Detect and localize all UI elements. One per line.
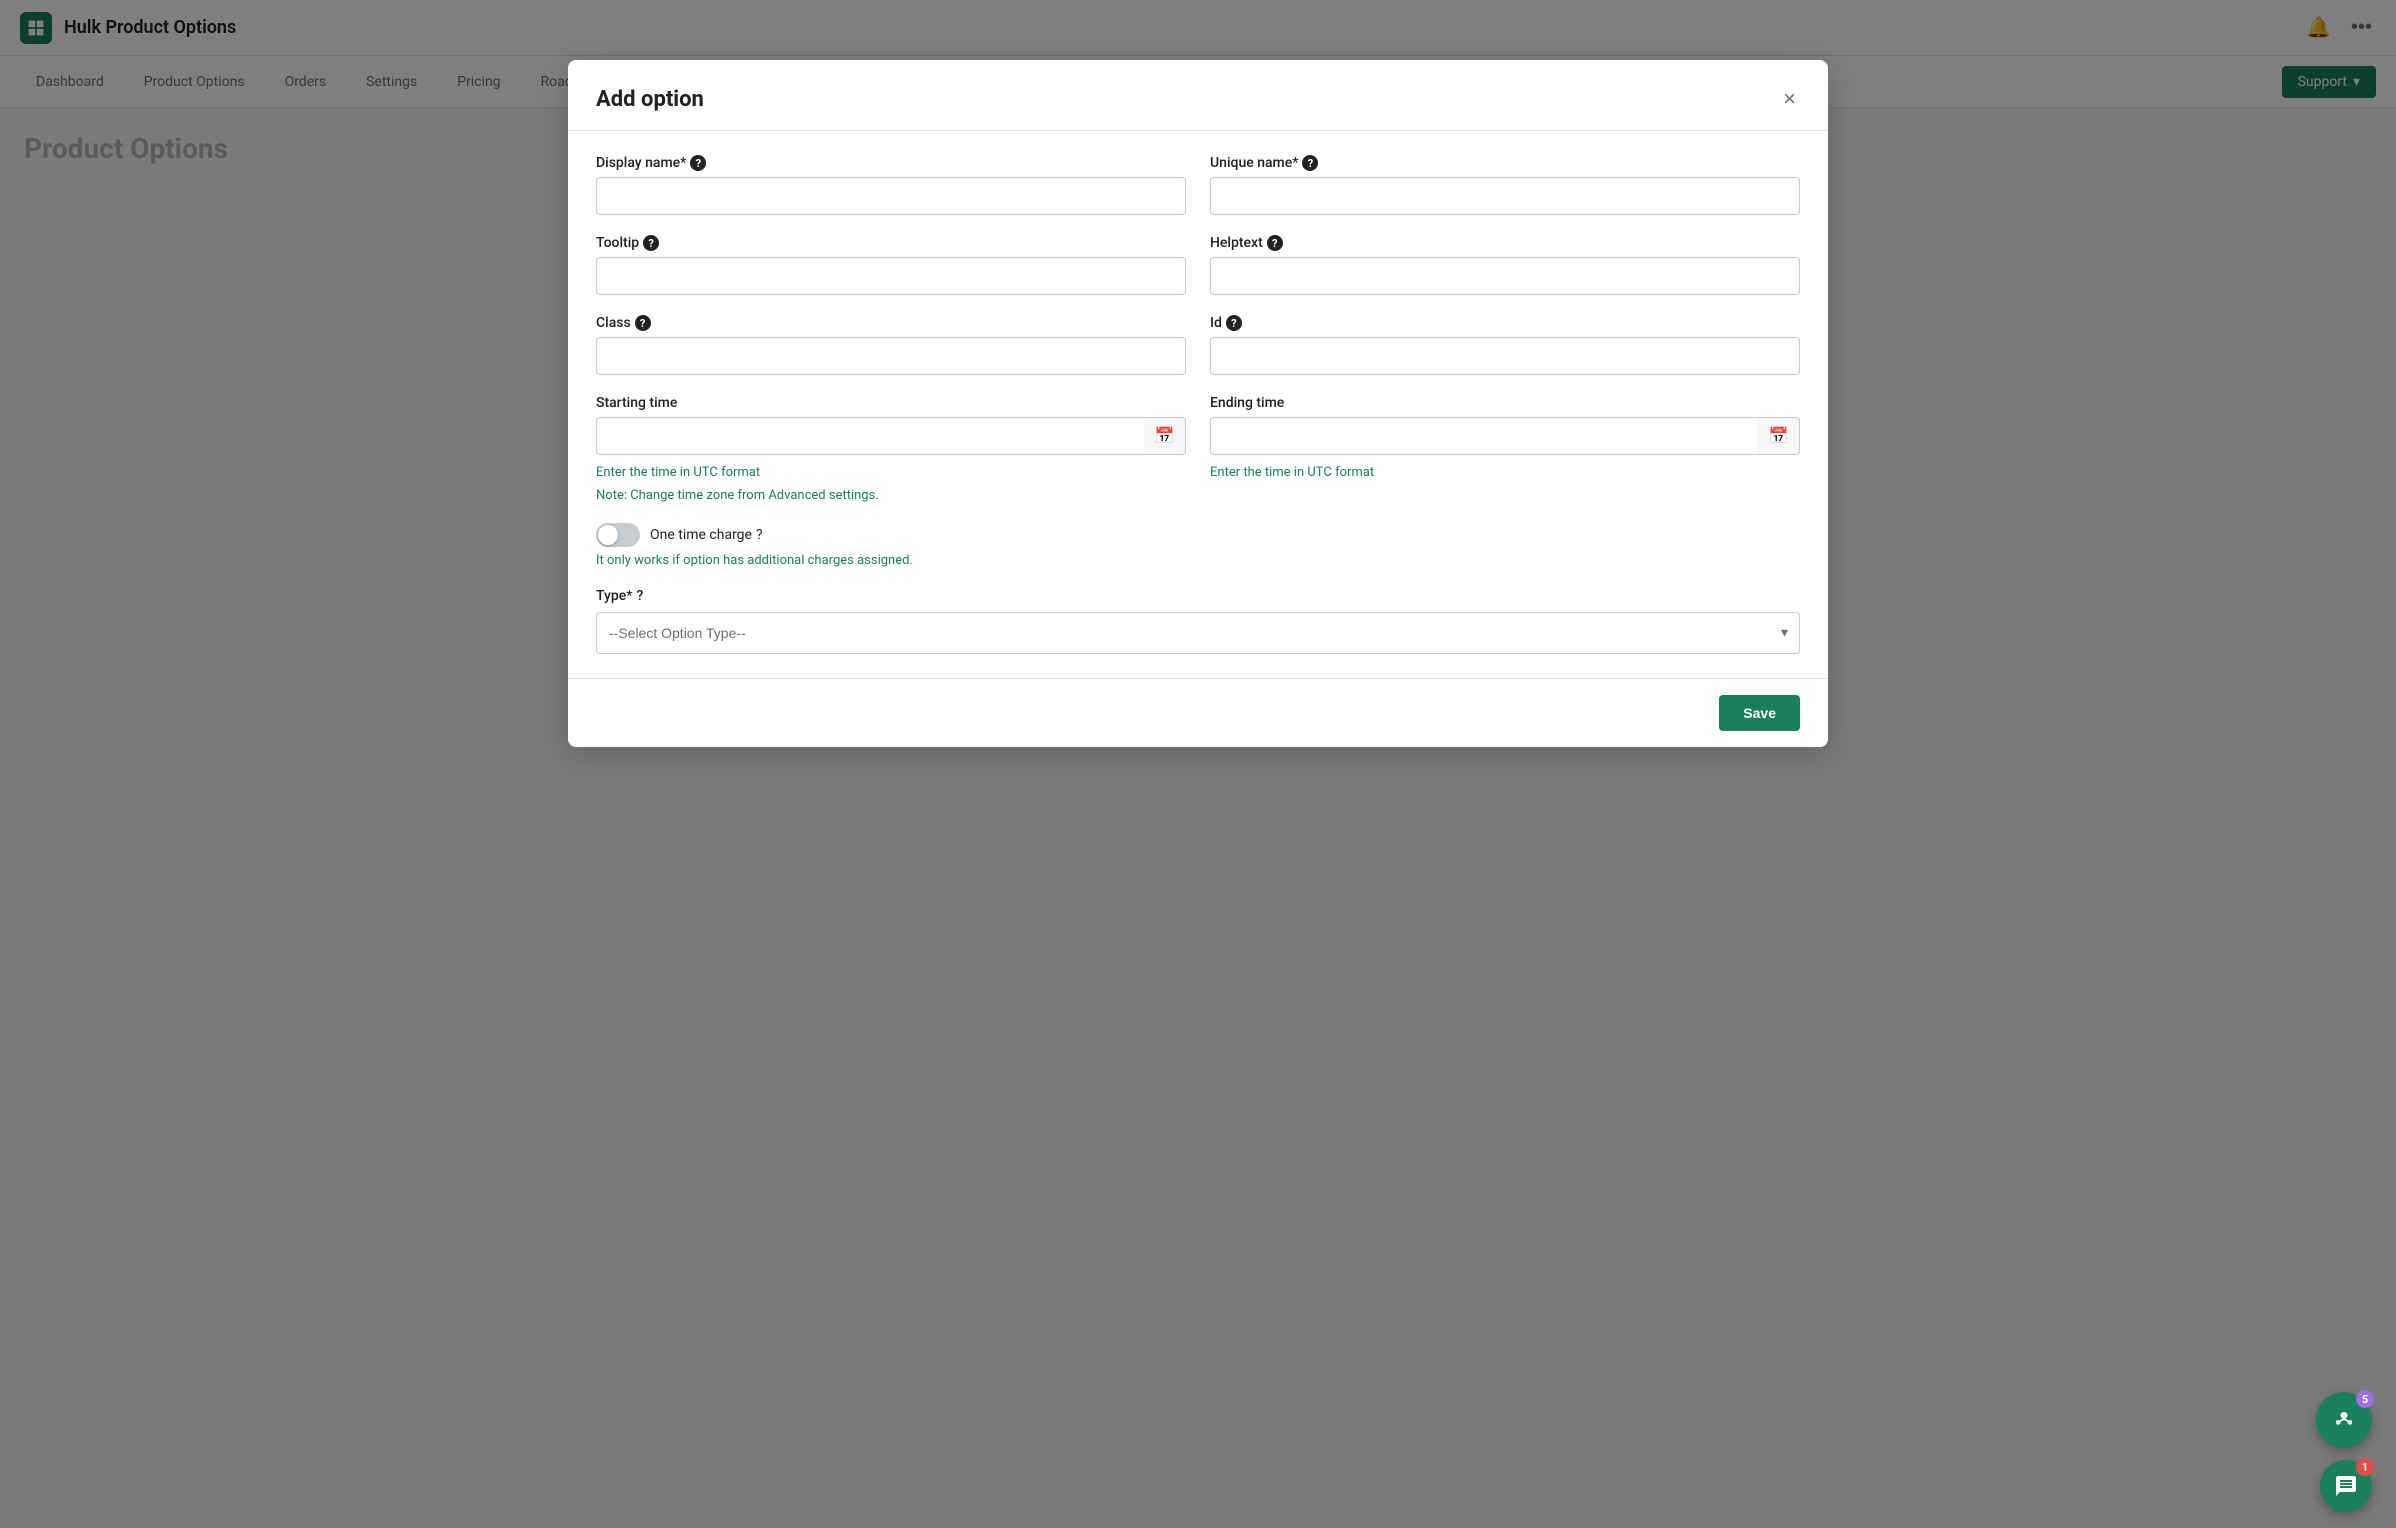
modal-title: Add option <box>596 87 704 112</box>
helptext-help-icon[interactable]: ? <box>1267 235 1283 251</box>
type-section: Type* ? --Select Option Type--TextTextar… <box>596 588 1800 654</box>
display-name-group: Display name* ? <box>596 155 1186 215</box>
one-time-charge-help-icon[interactable]: ? <box>756 527 763 543</box>
form-row-names: Display name* ? Unique name* ? <box>596 155 1800 215</box>
type-label: Type* ? <box>596 588 1800 604</box>
chat-icon-secondary <box>2334 1474 2358 1498</box>
starting-time-calendar-button[interactable]: 📅 <box>1144 417 1186 455</box>
chat-badge-secondary: 1 <box>2356 1458 2374 1476</box>
display-name-help-icon[interactable]: ? <box>690 155 706 171</box>
display-name-label: Display name* ? <box>596 155 1186 171</box>
calendar-icon: 📅 <box>1155 426 1175 446</box>
modal-overlay: Add option × Display name* ? Unique name… <box>0 0 2396 1528</box>
class-input[interactable] <box>596 337 1186 375</box>
id-help-icon[interactable]: ? <box>1226 315 1242 331</box>
id-input[interactable] <box>1210 337 1800 375</box>
tooltip-help-icon[interactable]: ? <box>643 235 659 251</box>
class-label: Class ? <box>596 315 1186 331</box>
tooltip-input[interactable] <box>596 257 1186 295</box>
tooltip-group: Tooltip ? <box>596 235 1186 295</box>
starting-time-input-wrapper: 📅 <box>596 417 1186 455</box>
starting-time-group: Starting time 📅 Enter the time in UTC fo… <box>596 395 1186 503</box>
display-name-input[interactable] <box>596 177 1186 215</box>
type-select[interactable]: --Select Option Type--TextTextareaNumber… <box>596 612 1800 654</box>
unique-name-help-icon[interactable]: ? <box>1302 155 1318 171</box>
ending-time-input-wrapper: 📅 <box>1210 417 1800 455</box>
one-time-charge-toggle[interactable] <box>596 523 640 547</box>
class-help-icon[interactable]: ? <box>635 315 651 331</box>
one-time-charge-row: One time charge ? <box>596 523 1800 547</box>
ending-time-group: Ending time 📅 Enter the time in UTC form… <box>1210 395 1800 503</box>
modal-header: Add option × <box>568 60 1828 131</box>
unique-name-group: Unique name* ? <box>1210 155 1800 215</box>
ending-time-input[interactable] <box>1210 417 1800 455</box>
type-help-icon[interactable]: ? <box>636 588 643 604</box>
form-row-times: Starting time 📅 Enter the time in UTC fo… <box>596 395 1800 503</box>
id-group: Id ? <box>1210 315 1800 375</box>
save-button[interactable]: Save <box>1719 695 1800 731</box>
tooltip-label: Tooltip ? <box>596 235 1186 251</box>
unique-name-label: Unique name* ? <box>1210 155 1800 171</box>
chat-icon-primary <box>2330 1406 2358 1434</box>
ending-time-label: Ending time <box>1210 395 1800 411</box>
starting-time-helper: Enter the time in UTC format <box>596 465 1186 480</box>
form-row-class-id: Class ? Id ? <box>596 315 1800 375</box>
helptext-input[interactable] <box>1210 257 1800 295</box>
id-label: Id ? <box>1210 315 1800 331</box>
starting-time-label: Starting time <box>596 395 1186 411</box>
chat-widget-secondary[interactable]: 1 <box>2320 1460 2372 1512</box>
calendar-icon-2: 📅 <box>1769 426 1789 446</box>
chat-badge-primary: 5 <box>2356 1390 2374 1408</box>
class-group: Class ? <box>596 315 1186 375</box>
ending-time-helper: Enter the time in UTC format <box>1210 465 1800 480</box>
modal-close-button[interactable]: × <box>1779 84 1800 114</box>
helptext-group: Helptext ? <box>1210 235 1800 295</box>
modal-body: Display name* ? Unique name* ? <box>568 131 1828 678</box>
chat-widget-primary[interactable]: 5 <box>2316 1392 2372 1448</box>
ending-time-calendar-button[interactable]: 📅 <box>1758 417 1800 455</box>
one-time-charge-note: It only works if option has additional c… <box>596 553 1800 568</box>
type-select-wrapper: --Select Option Type--TextTextareaNumber… <box>596 612 1800 654</box>
modal-footer: Save <box>568 678 1828 747</box>
starting-time-note: Note: Change time zone from Advanced set… <box>596 488 1186 503</box>
helptext-label: Helptext ? <box>1210 235 1800 251</box>
one-time-charge-label: One time charge ? <box>650 527 763 543</box>
unique-name-input[interactable] <box>1210 177 1800 215</box>
add-option-modal: Add option × Display name* ? Unique name… <box>568 60 1828 747</box>
starting-time-input[interactable] <box>596 417 1186 455</box>
form-row-tooltip-helptext: Tooltip ? Helptext ? <box>596 235 1800 295</box>
